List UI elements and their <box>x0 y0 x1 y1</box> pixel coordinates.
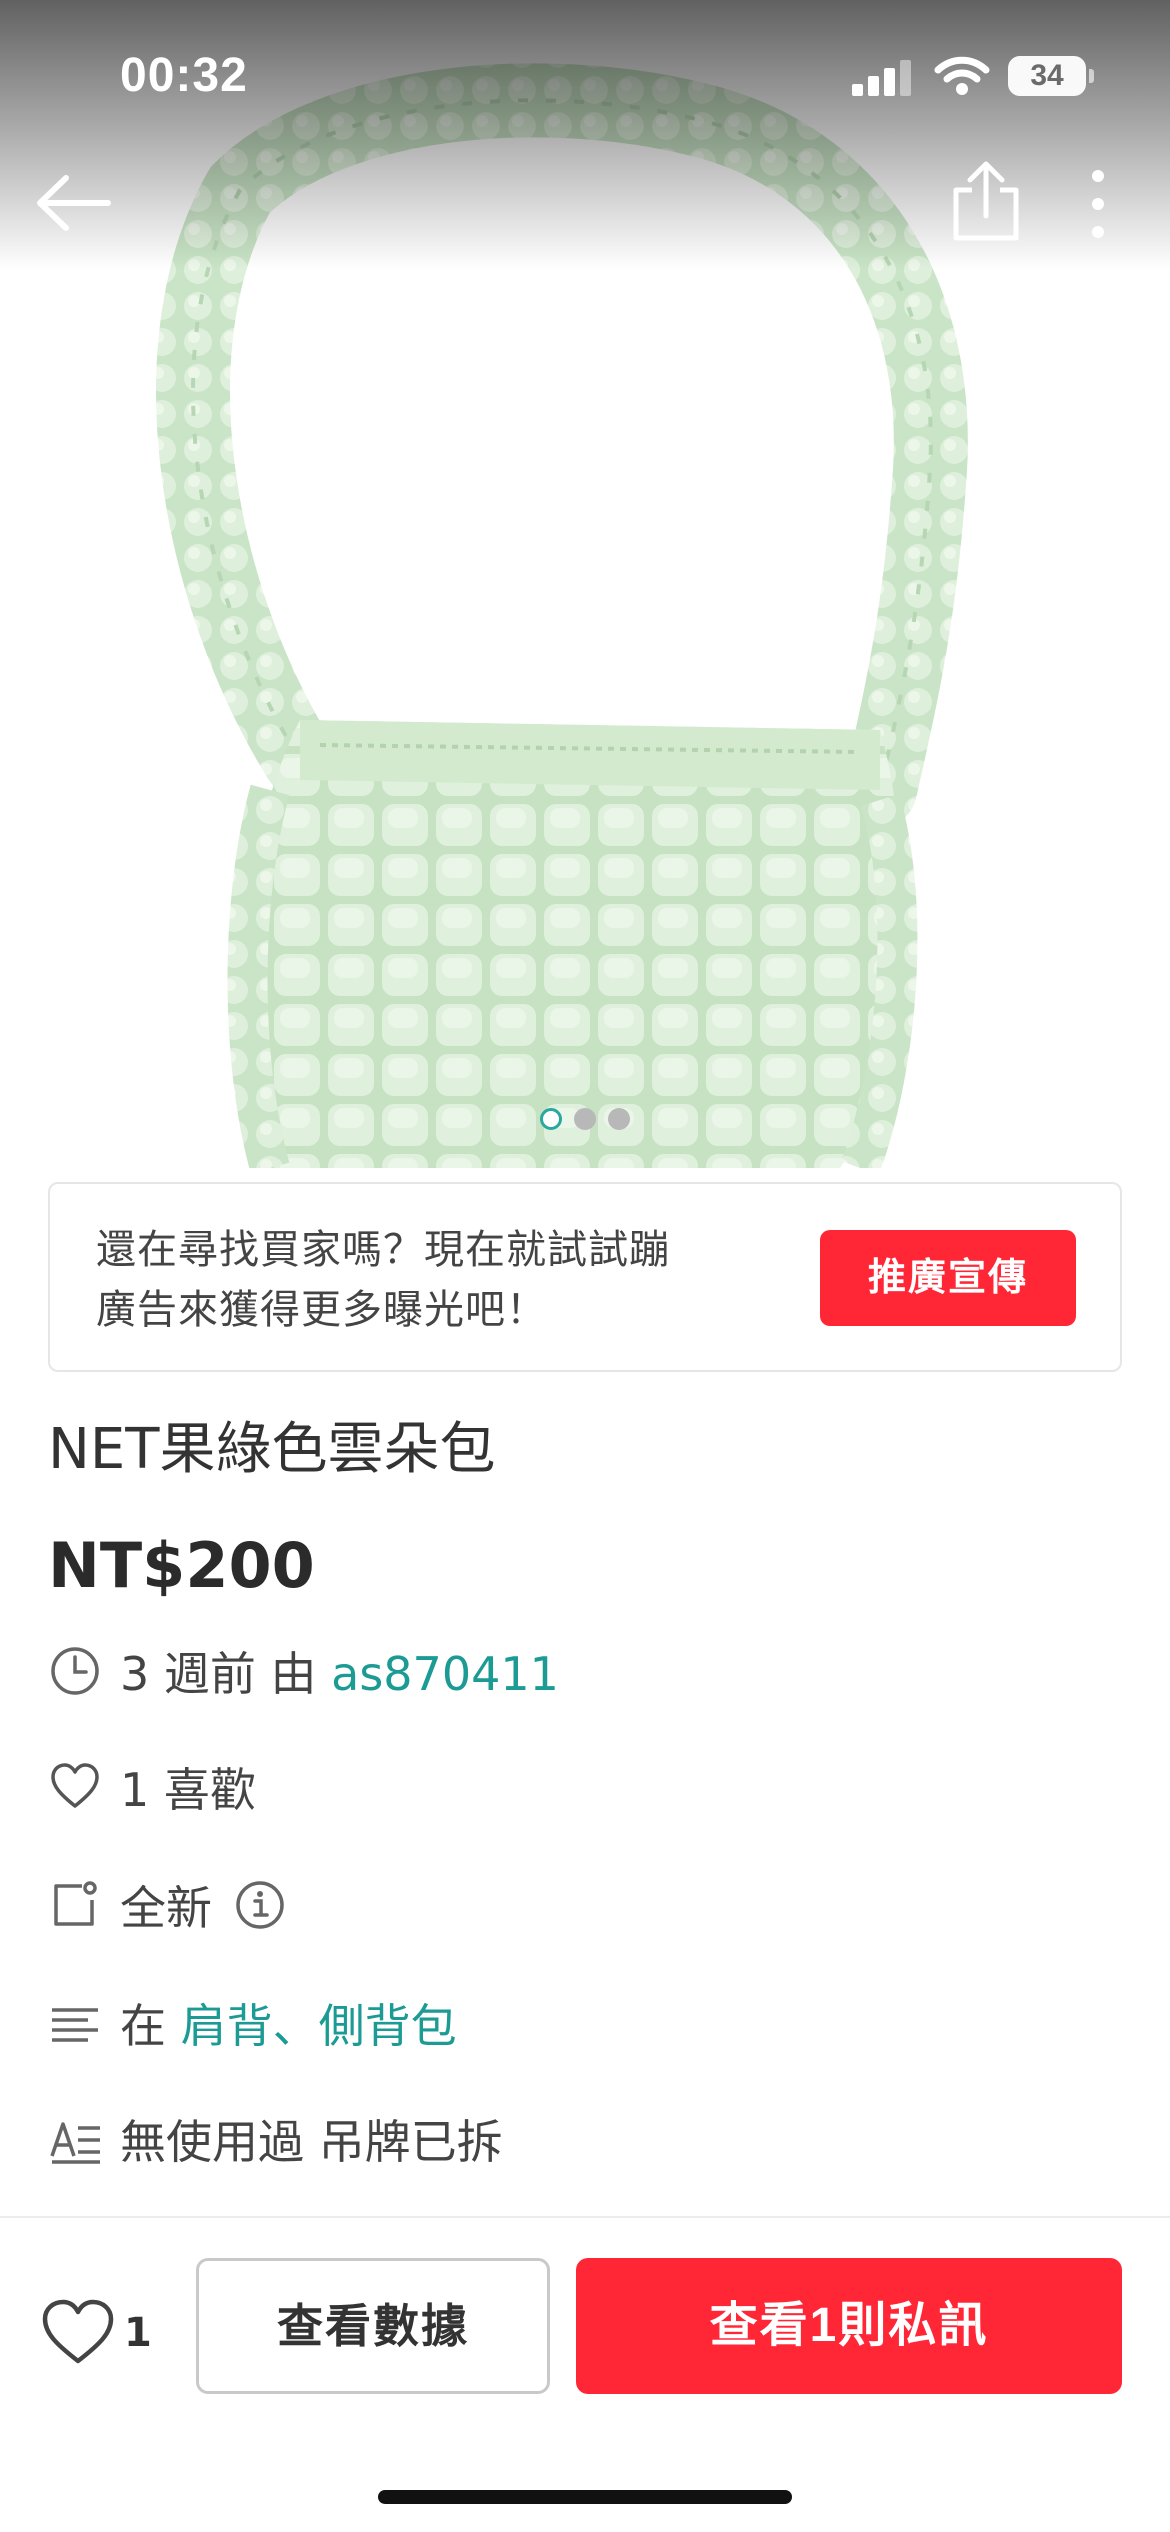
heart-outline-icon <box>51 1763 99 1808</box>
list-icon <box>52 2008 98 2042</box>
product-image[interactable]: 00:32 34 <box>0 0 1170 1168</box>
category-row: 在 肩背、側背包 <box>48 1988 457 2058</box>
battery-icon: 34 <box>1008 56 1094 96</box>
status-bar: 00:32 34 <box>0 0 1170 150</box>
wifi-icon <box>934 56 990 95</box>
battery-level: 34 <box>1030 59 1064 92</box>
clock-icon <box>51 1647 99 1695</box>
view-stats-button[interactable]: 查看數據 <box>196 2258 550 2394</box>
bottom-action-bar: 1 查看數據 查看1則私訊 <box>0 2216 1170 2532</box>
likes-row[interactable]: 1 喜歡 <box>48 1752 256 1822</box>
image-pagination <box>0 1108 1170 1132</box>
share-icon <box>953 161 1019 241</box>
back-button[interactable] <box>30 168 120 238</box>
more-options-button[interactable] <box>1076 166 1120 242</box>
listing-title: NET果綠色雲朵包 <box>48 1417 496 1482</box>
more-vertical-icon <box>1092 170 1104 238</box>
promo-text-line: 還在尋找買家嗎？現在就試試蹦 <box>96 1227 670 1273</box>
back-arrow-icon <box>37 175 111 231</box>
pagination-dot[interactable] <box>574 1108 596 1130</box>
home-indicator[interactable] <box>378 2490 792 2504</box>
status-time: 00:32 <box>120 49 248 102</box>
seller-link[interactable]: as870411 <box>331 1647 559 1701</box>
promote-button[interactable]: 推廣宣傳 <box>820 1230 1076 1326</box>
promo-text-line: 廣告來獲得更多曝光吧！ <box>96 1287 547 1333</box>
condition-value: 全新 <box>120 1881 212 1935</box>
category-link[interactable]: 肩背、側背包 <box>181 1999 457 2053</box>
heart-icon <box>42 2299 114 2364</box>
signal-icon <box>852 60 911 96</box>
tag-icon <box>54 1881 97 1926</box>
condition-row: 全新 <box>48 1870 286 1940</box>
like-button[interactable]: 1 <box>40 2288 160 2378</box>
description-row: 無使用過 吊牌已拆 <box>48 2104 503 2174</box>
posted-time: 3 週前 由 <box>120 1647 332 1701</box>
likes-link[interactable]: 1 喜歡 <box>120 1754 256 1820</box>
pagination-dot[interactable] <box>608 1108 630 1130</box>
description-text: 無使用過 吊牌已拆 <box>120 2115 503 2169</box>
listing-price: NT$200 <box>48 1529 315 1602</box>
promo-text: 還在尋找買家嗎？現在就試試蹦 廣告來獲得更多曝光吧！ <box>96 1220 796 1340</box>
like-count: 1 <box>124 2310 152 2356</box>
posted-row: 3 週前 由 as870411 <box>48 1636 559 1706</box>
info-icon[interactable] <box>234 1879 286 1931</box>
promo-banner: 還在尋找買家嗎？現在就試試蹦 廣告來獲得更多曝光吧！ 推廣宣傳 <box>48 1182 1122 1372</box>
share-button[interactable] <box>948 160 1024 244</box>
view-messages-button[interactable]: 查看1則私訊 <box>576 2258 1122 2394</box>
pagination-dot-active[interactable] <box>540 1108 562 1130</box>
text-description-icon <box>50 2122 100 2164</box>
category-prefix: 在 <box>120 1999 181 2053</box>
